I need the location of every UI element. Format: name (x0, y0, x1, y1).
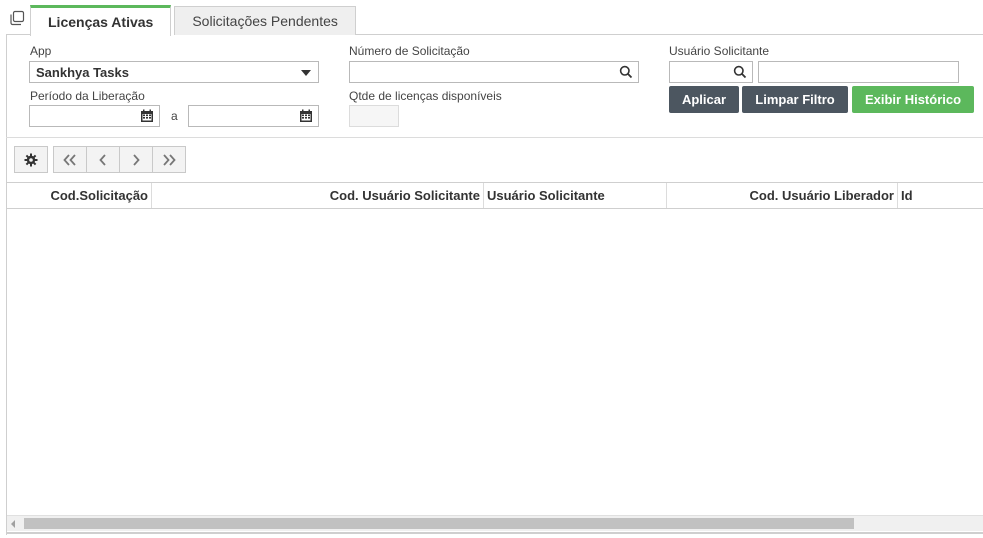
tab-bar: Licenças Ativas Solicitações Pendentes (30, 5, 359, 36)
app-select[interactable]: Sankhya Tasks (29, 61, 319, 83)
app-select-value: Sankhya Tasks (36, 65, 129, 80)
first-page-button[interactable] (54, 147, 87, 172)
last-page-icon (163, 153, 176, 166)
first-page-icon (63, 153, 76, 166)
chevron-down-icon (301, 70, 311, 76)
usuario-solicitante-label: Usuário Solicitante (669, 44, 770, 58)
apply-button[interactable]: Aplicar (669, 86, 739, 113)
scrollbar-thumb[interactable] (24, 518, 854, 529)
filter-separator (6, 137, 983, 138)
tab-licencas-ativas[interactable]: Licenças Ativas (30, 5, 172, 36)
show-history-button[interactable]: Exibir Histórico (852, 86, 974, 113)
bottom-border (6, 532, 983, 534)
column-header-cod-usuario-solicitante[interactable]: Cod. Usuário Solicitante (152, 183, 484, 208)
tabs-divider (355, 34, 983, 35)
periodo-from-input[interactable] (29, 105, 160, 127)
clear-filter-button[interactable]: Limpar Filtro (742, 86, 848, 113)
tab-solicitacoes-pendentes[interactable]: Solicitações Pendentes (174, 6, 356, 35)
tabs-divider (6, 34, 30, 35)
column-header-usuario-solicitante[interactable]: Usuário Solicitante (484, 183, 667, 208)
horizontal-scrollbar[interactable] (7, 515, 983, 531)
next-page-button[interactable] (120, 147, 153, 172)
column-header-id[interactable]: Id (898, 183, 983, 208)
prev-page-button[interactable] (87, 147, 120, 172)
search-icon[interactable] (619, 65, 633, 79)
calendar-icon[interactable] (140, 109, 154, 123)
next-page-icon (133, 153, 140, 166)
last-page-button[interactable] (153, 147, 185, 172)
window-copy-icon[interactable] (9, 10, 25, 26)
scroll-left-icon[interactable] (11, 520, 15, 528)
usuario-code-input[interactable] (669, 61, 753, 83)
qtde-licencas-label: Qtde de licenças disponíveis (349, 89, 502, 103)
numero-solicitacao-input[interactable] (349, 61, 639, 83)
app-label: App (30, 44, 52, 58)
periodo-to-input[interactable] (188, 105, 319, 127)
prev-page-icon (99, 153, 106, 166)
periodo-separator: a (171, 109, 178, 123)
usuario-name-input[interactable] (758, 61, 959, 83)
periodo-label: Período da Liberação (30, 89, 145, 103)
column-header-cod-solicitacao[interactable]: Cod.Solicitação (7, 183, 152, 208)
search-icon[interactable] (733, 65, 747, 79)
column-header-cod-usuario-liberador[interactable]: Cod. Usuário Liberador (667, 183, 898, 208)
grid-header: Cod.Solicitação Cod. Usuário Solicitante… (7, 182, 983, 209)
gear-icon (24, 153, 38, 166)
numero-solicitacao-label: Número de Solicitação (349, 44, 470, 58)
settings-button[interactable] (14, 146, 48, 173)
grid-body (7, 209, 983, 515)
calendar-icon[interactable] (299, 109, 313, 123)
qtde-licencas-field (349, 105, 399, 127)
pagination-group (53, 146, 186, 173)
